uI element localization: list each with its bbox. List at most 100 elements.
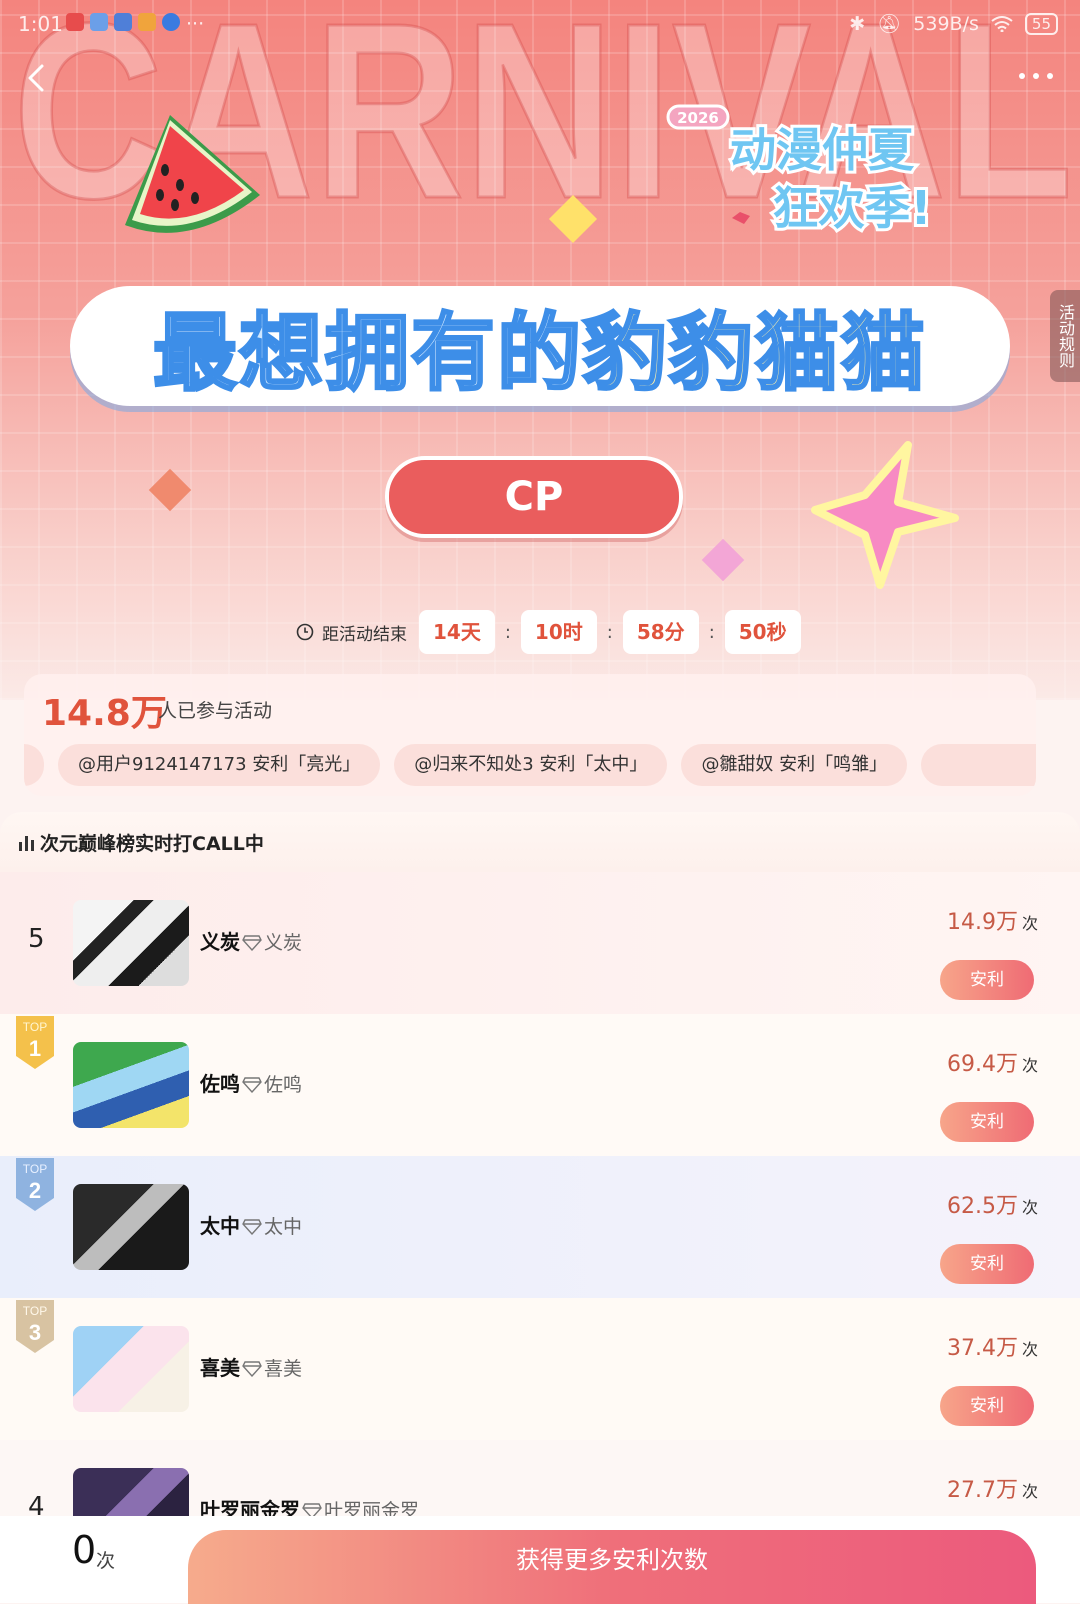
category-button-cp[interactable]: CP	[385, 456, 683, 538]
countdown-separator: :	[606, 621, 613, 643]
vote-button[interactable]: 安利	[940, 1102, 1034, 1142]
participant-count-label: 人已参与活动	[158, 700, 273, 722]
vote-count-value: 37.4万	[946, 1336, 1018, 1361]
svg-text:2: 2	[29, 1178, 41, 1203]
diamond-decoration	[701, 538, 745, 582]
svg-text:狂欢季!: 狂欢季!	[773, 181, 932, 235]
vote-count: 62.5万次	[947, 1188, 1038, 1220]
main-title-part1: 最想拥有的	[151, 302, 583, 403]
more-options-button[interactable]	[1014, 64, 1058, 88]
bars-chart-icon	[19, 836, 34, 851]
remaining-votes-unit: 次	[96, 1550, 116, 1572]
ranking-row: TOP 3 喜美 喜美 37.4万次 安利	[0, 1298, 1080, 1440]
activity-rules-tab[interactable]: 活动规则	[1050, 290, 1080, 382]
vote-button[interactable]: 安利	[940, 960, 1034, 1000]
clock-icon	[296, 623, 314, 641]
cp-name: 佐鸣	[200, 1072, 240, 1096]
app-notification-icon	[138, 13, 156, 31]
app-notification-icon	[66, 13, 84, 31]
cp-avatar[interactable]	[73, 1326, 189, 1412]
countdown: 距活动结束 14天 : 10时 : 58分 : 50秒	[296, 610, 801, 654]
cp-name-line: 太中 太中	[200, 1210, 302, 1239]
vote-count-unit: 次	[1021, 1482, 1038, 1501]
countdown-label: 距活动结束	[322, 624, 407, 645]
status-time: 1:01	[18, 12, 63, 36]
cp-sub-name: 喜美	[264, 1358, 303, 1380]
top-2-badge: TOP 2	[16, 1158, 54, 1211]
participants-panel: 14.8万 人已参与活动 @用户9124147173 安利「亮光」 @归来不知处…	[24, 674, 1036, 796]
ticker-item: @归来不知处3 安利「太中」	[394, 744, 668, 786]
ticker-item	[24, 744, 44, 786]
vote-count-unit: 次	[1021, 1340, 1038, 1359]
ranking-row: TOP 2 太中 太中 62.5万次 安利	[0, 1156, 1080, 1298]
vote-count-value: 69.4万	[946, 1052, 1018, 1077]
remaining-votes: 0	[72, 1528, 97, 1572]
vote-button[interactable]: 安利	[940, 1244, 1034, 1284]
vote-count-unit: 次	[1021, 1198, 1038, 1217]
cp-avatar[interactable]	[73, 1184, 189, 1270]
app-notification-icon	[90, 13, 108, 31]
ticker-item: @用户9124147173 安利「亮光」	[58, 744, 381, 786]
festival-logo: 2026 动漫仲夏 狂欢季!	[666, 104, 934, 238]
status-right: ✱ 🔕︎ 539B/s 55	[849, 12, 1058, 35]
top-1-badge: TOP 1	[16, 1016, 54, 1069]
vote-button[interactable]: 安利	[940, 1386, 1034, 1426]
svg-text:TOP: TOP	[23, 1020, 47, 1034]
top-3-badge: TOP 3	[16, 1300, 54, 1353]
gem-icon	[242, 1077, 262, 1093]
hero-banner: CARNIVAL 1:01 ··· ✱ 🔕︎ 539B/s 55 2026 动漫…	[0, 0, 1080, 700]
vote-count-value: 62.5万	[946, 1194, 1018, 1219]
back-button[interactable]	[18, 58, 58, 98]
status-app-icons: ···	[66, 13, 205, 35]
svg-text:2026: 2026	[677, 109, 719, 127]
cp-avatar[interactable]	[73, 900, 189, 986]
cp-sub-name: 太中	[264, 1216, 303, 1238]
gem-icon	[242, 1361, 262, 1377]
cp-avatar[interactable]	[73, 1042, 189, 1128]
svg-text:3: 3	[29, 1320, 41, 1345]
ticker-item	[921, 744, 1036, 786]
watermelon-decoration	[125, 115, 260, 233]
svg-text:TOP: TOP	[23, 1162, 47, 1176]
countdown-minutes: 58分	[622, 610, 699, 654]
cp-sub-name: 义炭	[264, 932, 303, 954]
vote-count: 27.7万次	[947, 1472, 1038, 1504]
cp-name-line: 义炭 义炭	[200, 926, 302, 955]
ranking-title: 次元巅峰榜实时打CALL中	[40, 833, 264, 855]
app-notification-icon	[162, 13, 180, 31]
countdown-seconds: 50秒	[724, 610, 801, 654]
cp-name: 喜美	[200, 1356, 240, 1380]
vote-count-unit: 次	[1021, 1056, 1038, 1075]
main-title: 最想拥有的 豹豹猫猫	[70, 286, 1010, 406]
vote-count: 14.9万次	[947, 904, 1038, 936]
vote-count-value: 14.9万	[946, 910, 1018, 935]
ranking-row: 5 义炭 义炭 14.9万次 安利	[0, 872, 1080, 1014]
rank-number: 5	[28, 924, 45, 954]
svg-text:TOP: TOP	[23, 1304, 47, 1318]
main-title-part2: 豹豹猫猫	[581, 302, 928, 403]
countdown-days: 14天	[419, 610, 495, 654]
vote-count-unit: 次	[1021, 914, 1038, 933]
svg-text:1: 1	[29, 1036, 41, 1061]
more-notifications-icon: ···	[186, 13, 205, 35]
diamond-decoration	[148, 468, 192, 512]
get-more-votes-button[interactable]: 获得更多安利次数	[188, 1530, 1036, 1604]
participant-count: 14.8万	[42, 693, 167, 734]
countdown-separator: :	[708, 621, 715, 643]
mute-icon: 🔕︎	[877, 13, 902, 35]
vote-count-value: 27.7万	[946, 1478, 1018, 1503]
ranking-header: 次元巅峰榜实时打CALL中	[0, 812, 1080, 872]
countdown-hours: 10时	[520, 610, 597, 654]
bottom-action-bar: 0 次 获得更多安利次数	[0, 1516, 1080, 1604]
wifi-icon	[991, 15, 1013, 32]
cp-name-line: 喜美 喜美	[200, 1352, 302, 1381]
vote-count: 37.4万次	[947, 1330, 1038, 1362]
star-decoration	[811, 441, 959, 589]
cp-name-line: 佐鸣 佐鸣	[200, 1068, 302, 1097]
app-notification-icon	[114, 13, 132, 31]
ranking-row: TOP 1 佐鸣 佐鸣 69.4万次 安利	[0, 1014, 1080, 1156]
cp-sub-name: 佐鸣	[264, 1074, 303, 1096]
gem-icon	[242, 1219, 262, 1235]
network-speed: 539B/s	[913, 12, 979, 35]
battery-icon: 55	[1024, 12, 1058, 35]
